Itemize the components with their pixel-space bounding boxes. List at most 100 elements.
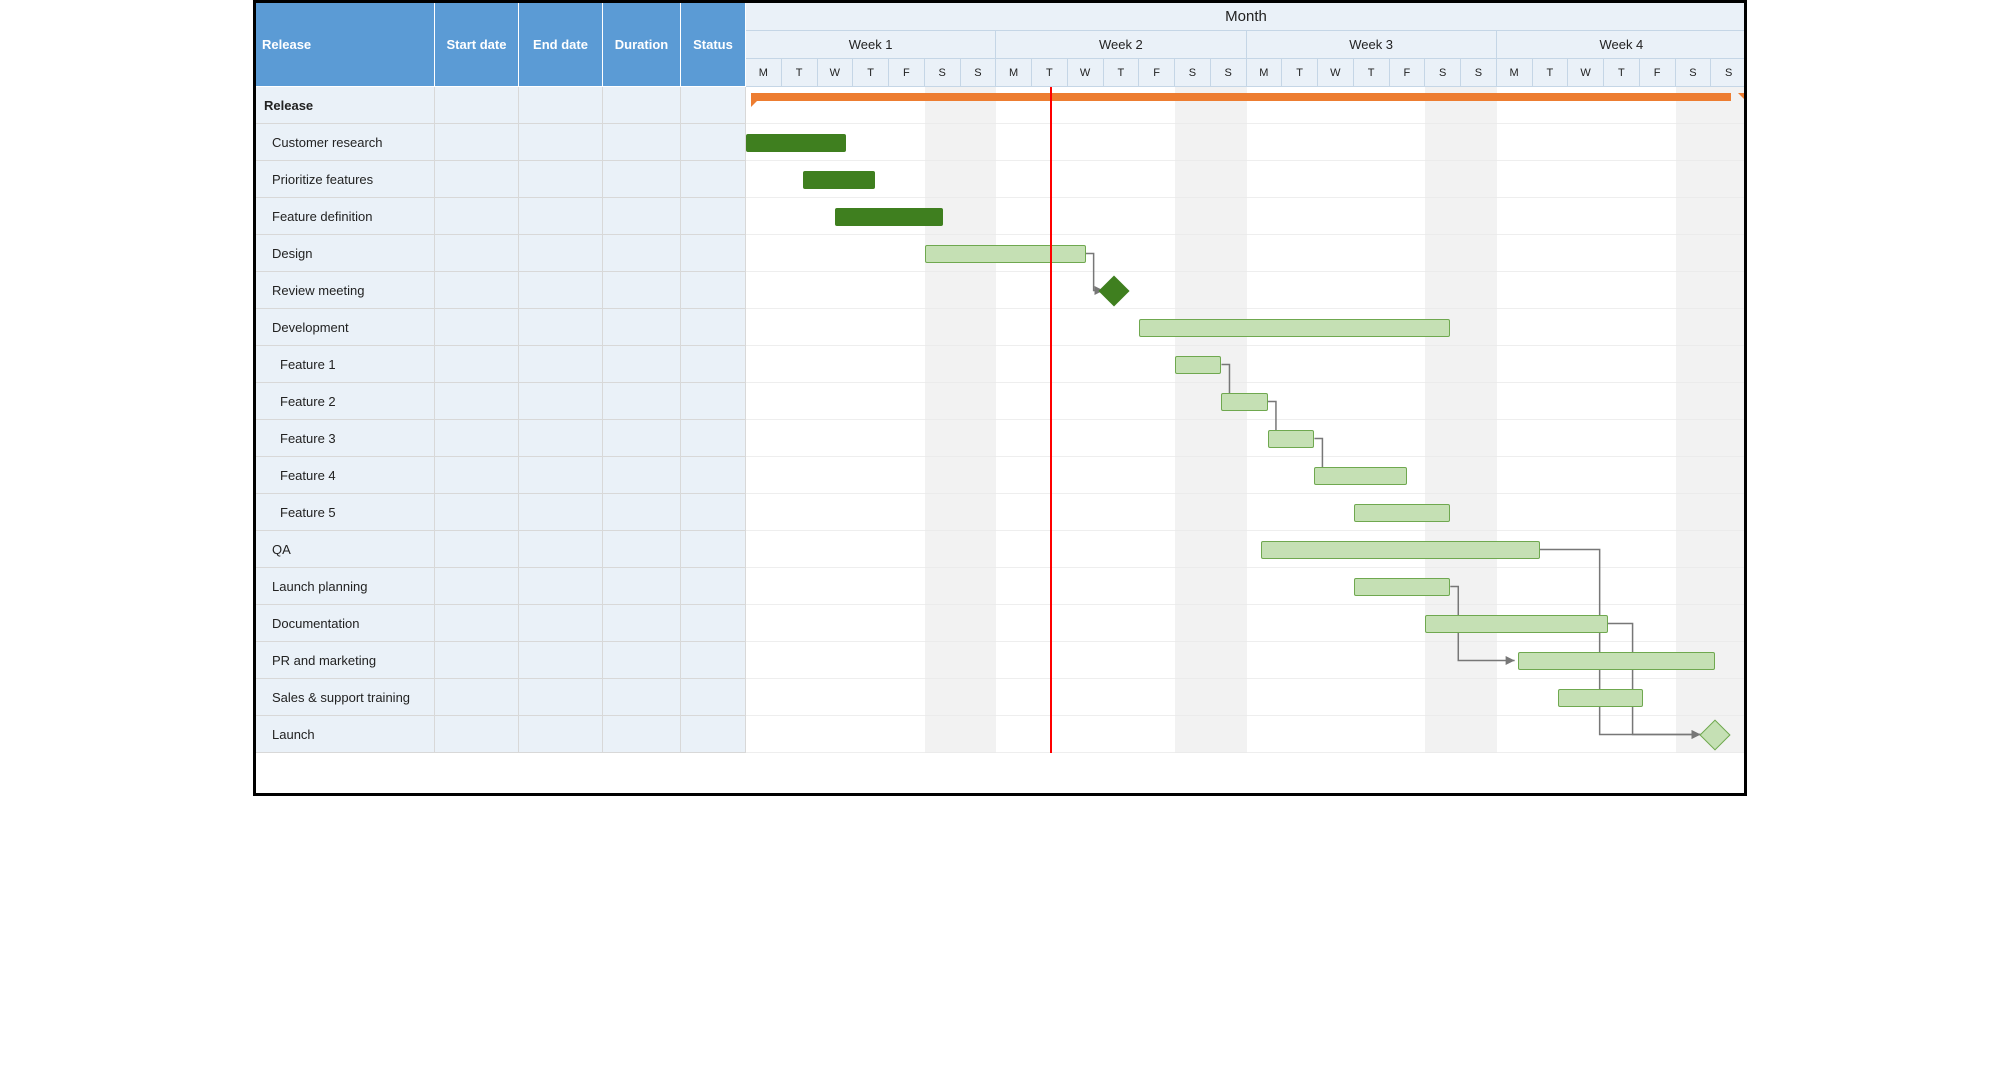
- task-name[interactable]: Design: [256, 235, 435, 271]
- empty-cell[interactable]: [681, 161, 746, 197]
- task-name[interactable]: Documentation: [256, 605, 435, 641]
- empty-cell[interactable]: [435, 235, 519, 271]
- task-name[interactable]: Review meeting: [256, 272, 435, 308]
- empty-cell[interactable]: [603, 679, 681, 715]
- task-bar[interactable]: [835, 208, 942, 226]
- empty-cell[interactable]: [603, 309, 681, 345]
- empty-cell[interactable]: [435, 716, 519, 752]
- task-row[interactable]: Prioritize features: [256, 161, 746, 198]
- empty-cell[interactable]: [681, 568, 746, 604]
- empty-cell[interactable]: [681, 457, 746, 493]
- empty-cell[interactable]: [681, 420, 746, 456]
- task-name[interactable]: Feature 3: [256, 420, 435, 456]
- task-name[interactable]: Feature definition: [256, 198, 435, 234]
- empty-cell[interactable]: [603, 272, 681, 308]
- empty-cell[interactable]: [681, 87, 746, 123]
- task-bar[interactable]: [1268, 430, 1314, 448]
- empty-cell[interactable]: [519, 679, 603, 715]
- empty-cell[interactable]: [435, 346, 519, 382]
- task-name[interactable]: QA: [256, 531, 435, 567]
- task-row[interactable]: Launch planning: [256, 568, 746, 605]
- empty-cell[interactable]: [681, 124, 746, 160]
- empty-cell[interactable]: [435, 457, 519, 493]
- empty-cell[interactable]: [519, 235, 603, 271]
- col-header-duration[interactable]: Duration: [603, 3, 681, 87]
- task-row[interactable]: Feature 5: [256, 494, 746, 531]
- empty-cell[interactable]: [603, 457, 681, 493]
- task-row[interactable]: Launch: [256, 716, 746, 753]
- empty-cell[interactable]: [681, 605, 746, 641]
- empty-cell[interactable]: [435, 568, 519, 604]
- empty-cell[interactable]: [519, 420, 603, 456]
- task-row[interactable]: Sales & support training: [256, 679, 746, 716]
- task-name[interactable]: Release: [256, 87, 435, 123]
- empty-cell[interactable]: [435, 420, 519, 456]
- empty-cell[interactable]: [435, 309, 519, 345]
- empty-cell[interactable]: [519, 494, 603, 530]
- empty-cell[interactable]: [519, 457, 603, 493]
- empty-cell[interactable]: [519, 124, 603, 160]
- empty-cell[interactable]: [681, 272, 746, 308]
- task-bar[interactable]: [1261, 541, 1540, 559]
- task-row[interactable]: Development: [256, 309, 746, 346]
- empty-cell[interactable]: [519, 716, 603, 752]
- empty-cell[interactable]: [519, 309, 603, 345]
- task-row[interactable]: QA: [256, 531, 746, 568]
- task-row[interactable]: Feature 4: [256, 457, 746, 494]
- task-name[interactable]: Sales & support training: [256, 679, 435, 715]
- task-bar[interactable]: [746, 134, 846, 152]
- col-header-status[interactable]: Status: [681, 3, 746, 87]
- empty-cell[interactable]: [435, 383, 519, 419]
- empty-cell[interactable]: [603, 383, 681, 419]
- empty-cell[interactable]: [435, 494, 519, 530]
- task-name[interactable]: Prioritize features: [256, 161, 435, 197]
- empty-cell[interactable]: [435, 87, 519, 123]
- task-bar[interactable]: [1175, 356, 1221, 374]
- task-bar[interactable]: [1221, 393, 1267, 411]
- empty-cell[interactable]: [603, 161, 681, 197]
- empty-cell[interactable]: [603, 716, 681, 752]
- task-name[interactable]: Feature 1: [256, 346, 435, 382]
- empty-cell[interactable]: [603, 420, 681, 456]
- empty-cell[interactable]: [519, 605, 603, 641]
- task-row[interactable]: Design: [256, 235, 746, 272]
- task-name[interactable]: Launch: [256, 716, 435, 752]
- empty-cell[interactable]: [435, 161, 519, 197]
- task-row[interactable]: PR and marketing: [256, 642, 746, 679]
- empty-cell[interactable]: [681, 531, 746, 567]
- task-row[interactable]: Feature definition: [256, 198, 746, 235]
- empty-cell[interactable]: [519, 198, 603, 234]
- task-row[interactable]: Feature 1: [256, 346, 746, 383]
- empty-cell[interactable]: [681, 309, 746, 345]
- col-header-enddate[interactable]: End date: [519, 3, 603, 87]
- empty-cell[interactable]: [519, 87, 603, 123]
- empty-cell[interactable]: [681, 494, 746, 530]
- task-name[interactable]: Feature 5: [256, 494, 435, 530]
- summary-bar[interactable]: [751, 93, 1731, 101]
- empty-cell[interactable]: [519, 161, 603, 197]
- timeline-area[interactable]: [746, 87, 1744, 793]
- task-name[interactable]: Development: [256, 309, 435, 345]
- empty-cell[interactable]: [681, 235, 746, 271]
- task-name[interactable]: Customer research: [256, 124, 435, 160]
- empty-cell[interactable]: [519, 346, 603, 382]
- task-row[interactable]: Customer research: [256, 124, 746, 161]
- empty-cell[interactable]: [435, 198, 519, 234]
- empty-cell[interactable]: [435, 605, 519, 641]
- empty-cell[interactable]: [681, 642, 746, 678]
- empty-cell[interactable]: [519, 383, 603, 419]
- empty-cell[interactable]: [435, 272, 519, 308]
- task-row[interactable]: Review meeting: [256, 272, 746, 309]
- task-bar[interactable]: [925, 245, 1086, 263]
- empty-cell[interactable]: [603, 531, 681, 567]
- task-row[interactable]: Feature 3: [256, 420, 746, 457]
- empty-cell[interactable]: [603, 605, 681, 641]
- task-bar[interactable]: [803, 171, 875, 189]
- task-bar[interactable]: [1314, 467, 1407, 485]
- task-bar[interactable]: [1425, 615, 1607, 633]
- task-row[interactable]: Feature 2: [256, 383, 746, 420]
- empty-cell[interactable]: [435, 642, 519, 678]
- col-header-startdate[interactable]: Start date: [435, 3, 519, 87]
- task-bar[interactable]: [1354, 578, 1451, 596]
- task-bar[interactable]: [1518, 652, 1715, 670]
